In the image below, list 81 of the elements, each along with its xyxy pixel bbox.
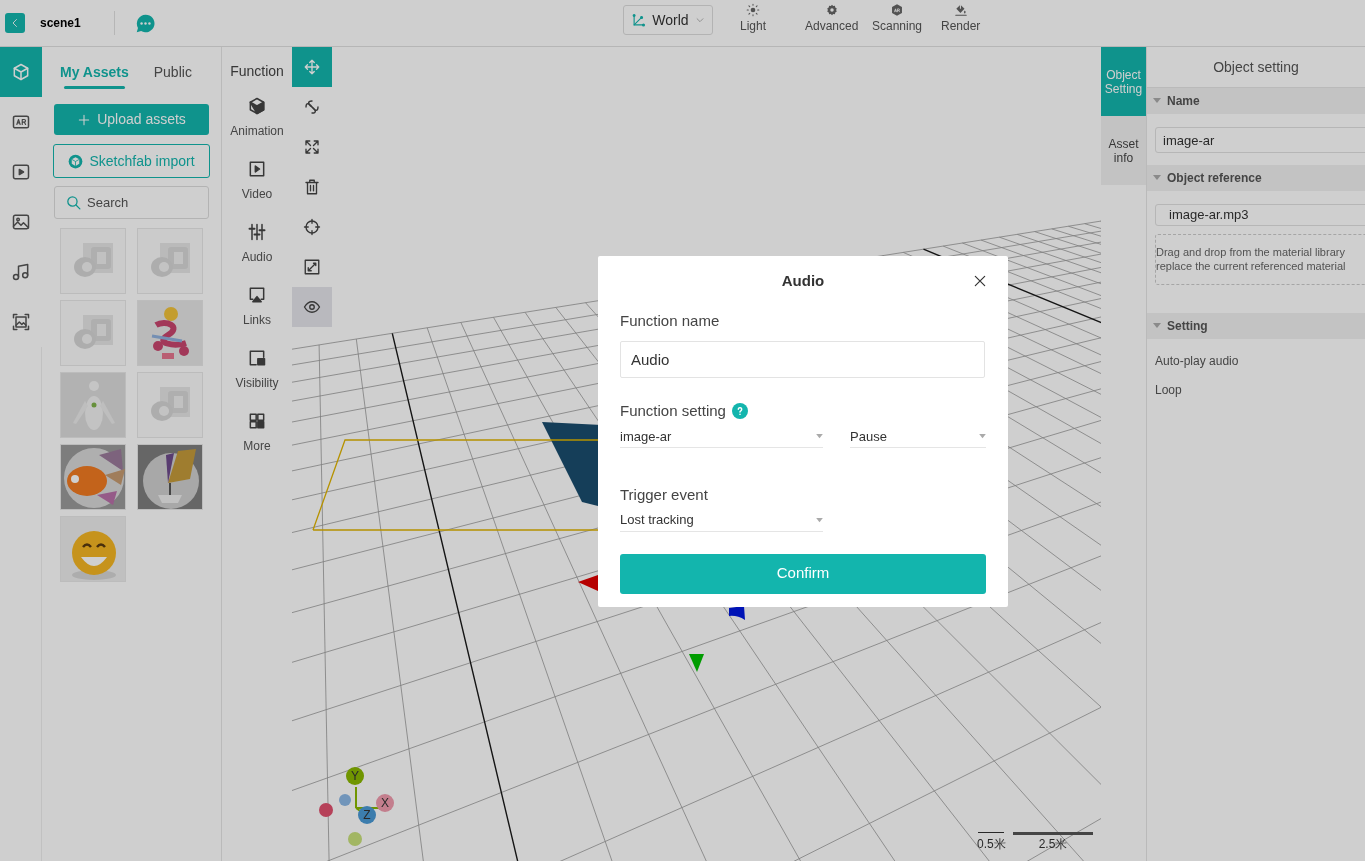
caret-icon [1153, 175, 1161, 181]
window-icon [247, 348, 267, 368]
ar-icon [11, 112, 31, 132]
crosshair-icon [303, 218, 321, 236]
setting-label: Auto-play audio [1155, 352, 1240, 370]
side-tab[interactable]: Asset info [1101, 116, 1146, 185]
z-axis-handle[interactable] [729, 606, 745, 620]
image-frame-icon [11, 312, 31, 332]
x-axis-label[interactable]: X [376, 794, 394, 812]
scale-label: 2.5米 [1038, 836, 1068, 853]
x-axis-handle[interactable] [578, 575, 598, 591]
screen-cast-icon [247, 285, 267, 305]
help-icon[interactable] [731, 402, 748, 419]
dropdown[interactable]: Lost tracking [620, 509, 823, 532]
scene-title: scene1 [40, 15, 81, 32]
coordinate-dropdown[interactable]: World [623, 5, 713, 35]
scale-label: 0.5米 [977, 836, 1006, 853]
y-axis-label[interactable]: Y [346, 767, 364, 785]
caret-icon [979, 434, 986, 439]
grid-icon [247, 411, 267, 431]
function-button[interactable]: Animation [230, 96, 284, 137]
field-label: Function setting [620, 400, 726, 421]
scale-bar [978, 832, 1005, 833]
music-note-icon [11, 262, 31, 282]
move-arrows-icon [303, 58, 321, 76]
axis-dot[interactable] [339, 794, 351, 806]
toolbar-button[interactable]: Render [941, 3, 981, 41]
caret-icon [1153, 322, 1161, 329]
section-header[interactable]: Name [1147, 88, 1365, 114]
toolbar-button[interactable]: Light [740, 3, 767, 41]
field-label: Trigger event [620, 485, 709, 505]
plus-icon [77, 112, 92, 127]
ar-badge-icon [890, 3, 904, 17]
caret-icon [816, 434, 823, 439]
drop-hint: Drag and drop from the material library replace the current referenced material [1155, 233, 1365, 285]
sun-icon [746, 3, 760, 17]
function-button[interactable]: Audio [241, 222, 273, 263]
gear-icon [824, 3, 839, 17]
trash-icon [303, 178, 321, 196]
panel-tab[interactable]: Public [153, 47, 192, 97]
caret-icon [694, 15, 705, 25]
field-label: Function name [620, 311, 721, 331]
play-icon [247, 159, 267, 179]
paint-bucket-icon [953, 3, 968, 17]
toolbar-button[interactable]: Advanced [805, 3, 859, 41]
dialog-title: Audio [781, 270, 825, 291]
axis-dot[interactable] [319, 803, 333, 817]
axis-dot[interactable] [348, 832, 362, 846]
section-header[interactable]: Setting [1147, 312, 1365, 339]
cube-badge-icon [68, 153, 84, 169]
dropdown[interactable]: Pause [850, 426, 986, 448]
column-title: Function [230, 62, 284, 81]
axes-icon [631, 12, 647, 28]
play-icon [11, 162, 31, 182]
text-field[interactable]: image-ar [1155, 127, 1365, 153]
orbit-icon [303, 98, 321, 116]
expand-icon [303, 138, 321, 156]
text-field[interactable]: image-ar.mp3 [1155, 204, 1365, 226]
cube-icon [11, 62, 31, 82]
function-button[interactable]: Video [241, 159, 273, 200]
search-field[interactable]: Search [54, 186, 209, 219]
name-field[interactable]: Audio [620, 340, 985, 378]
shrink-icon [303, 258, 321, 276]
setting-label: Loop [1155, 381, 1183, 399]
eye-icon [303, 298, 321, 316]
image-icon [11, 212, 31, 232]
sliders-icon [247, 222, 267, 242]
tool-button[interactable] [292, 287, 332, 327]
function-button[interactable]: Visibility [235, 348, 279, 389]
function-button[interactable]: Links [243, 285, 271, 326]
y-axis-handle[interactable] [689, 654, 704, 672]
chat-icon[interactable] [134, 12, 156, 34]
dropdown[interactable]: image-ar [620, 426, 823, 448]
cube-icon [247, 96, 267, 116]
section-header[interactable]: Object reference [1147, 165, 1365, 191]
close-icon [972, 273, 988, 289]
search-icon [65, 194, 82, 211]
caret-icon [816, 517, 823, 523]
caret-icon [1153, 98, 1161, 104]
toolbar-button[interactable]: Scanning [872, 3, 923, 41]
function-button[interactable]: More [243, 411, 271, 452]
